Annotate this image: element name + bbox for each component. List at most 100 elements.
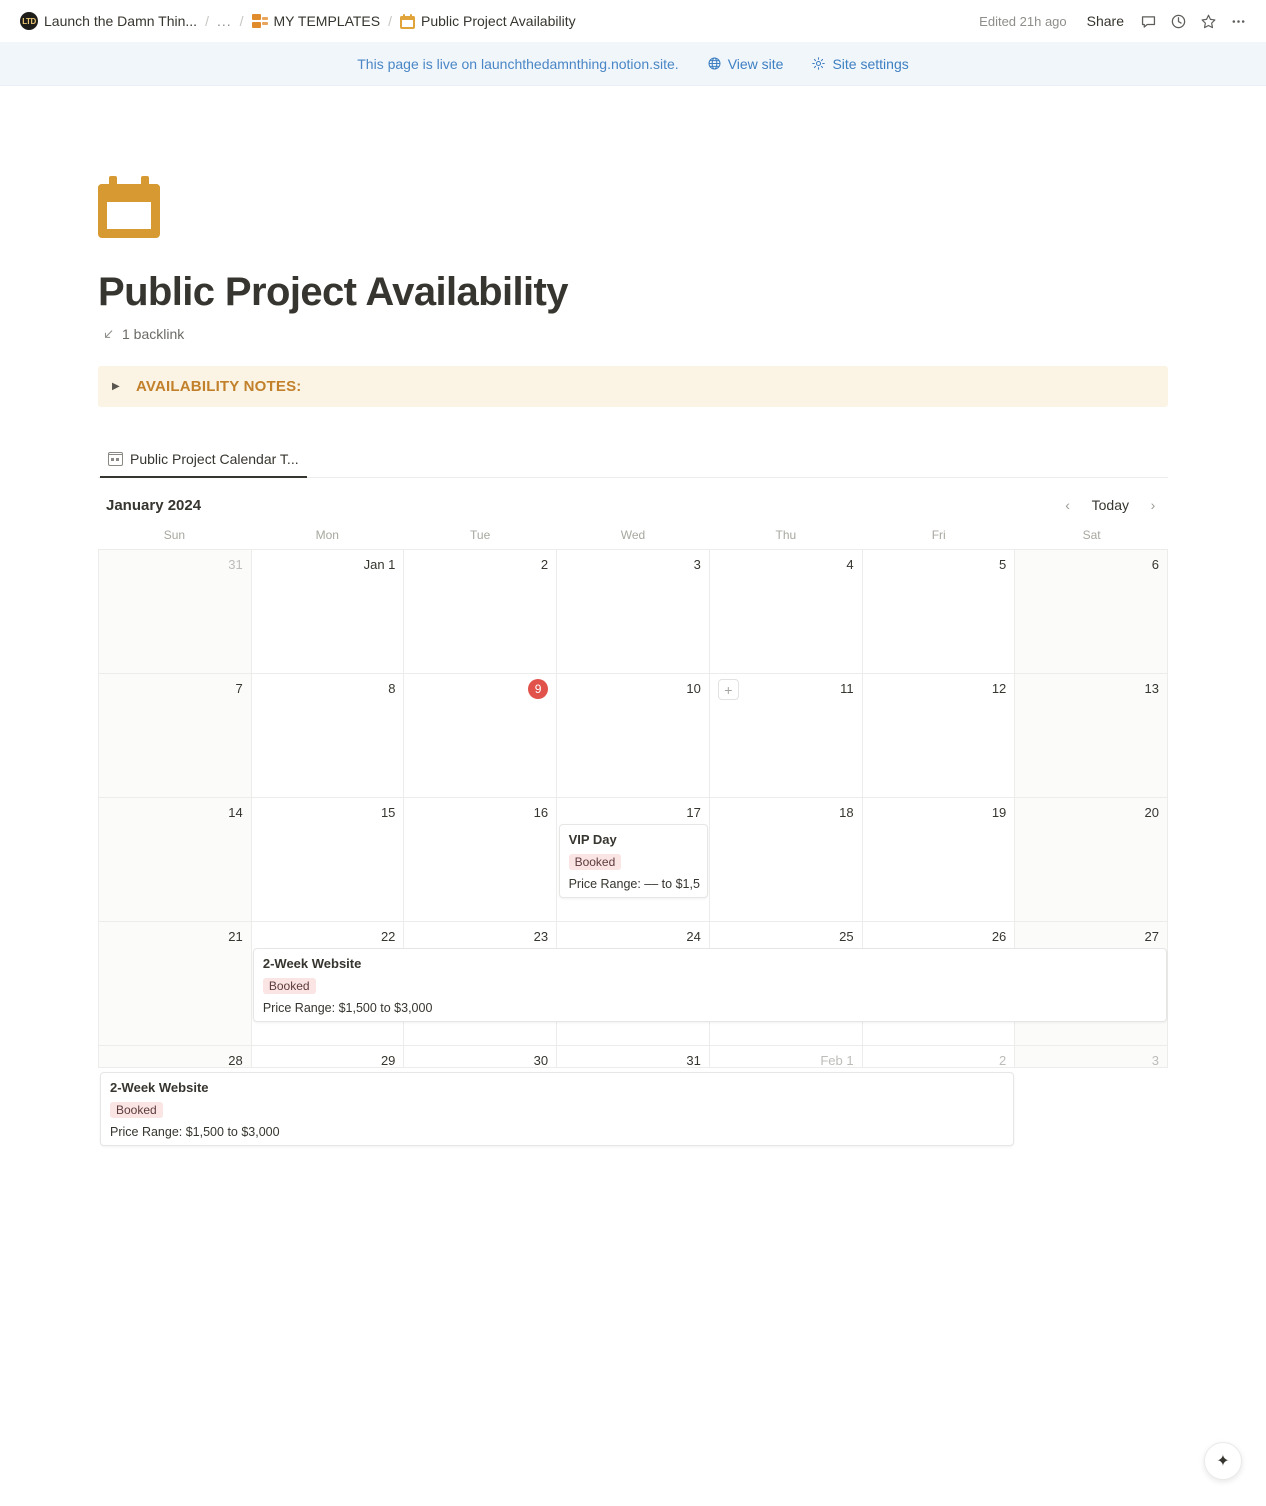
day-number: 27 <box>1144 929 1159 944</box>
day-number: 23 <box>533 929 549 944</box>
calendar-day-cell[interactable]: 2 <box>404 550 558 673</box>
calendar-weekday-header: Sun Mon Tue Wed Thu Fri Sat <box>98 528 1168 550</box>
calendar-day-cell[interactable]: 13 <box>1015 674 1168 797</box>
breadcrumb: LTD Launch the Damn Thin... / ... / MY T… <box>14 10 969 32</box>
page-title: Public Project Availability <box>98 270 568 314</box>
weekday-label: Mon <box>315 528 339 542</box>
today-button[interactable]: Today <box>1083 493 1138 517</box>
calendar-day-cell[interactable]: 15 <box>252 798 405 921</box>
database-view-tabs: Public Project Calendar T... <box>98 445 1168 478</box>
calendar-day-cell[interactable]: 8 <box>252 674 405 797</box>
history-icon[interactable] <box>1164 7 1192 35</box>
live-banner-message: This page is live on launchthedamnthing.… <box>357 55 679 72</box>
event-price-range: Price Range: –– to $1,5 <box>568 877 700 891</box>
calendar-day-cell[interactable]: 10 <box>557 674 710 797</box>
star-icon[interactable] <box>1194 7 1222 35</box>
calendar-day-cell[interactable]: 29 <box>252 1046 405 1068</box>
day-number: 20 <box>1144 805 1159 820</box>
ai-assistant-button[interactable]: ✦ <box>1204 1442 1242 1480</box>
breadcrumb-label: Launch the Damn Thin... <box>44 13 198 29</box>
calendar-day-cell[interactable]: 3 <box>1015 1046 1168 1068</box>
site-settings-button[interactable]: Site settings <box>811 56 909 72</box>
event-status-badge: Booked <box>568 854 622 870</box>
calendar-day-cell[interactable]: 19 <box>863 798 1016 921</box>
calendar-day-cell[interactable]: 18 <box>710 798 863 921</box>
next-month-button[interactable]: › <box>1140 492 1166 518</box>
breadcrumb-item-current-page[interactable]: Public Project Availability <box>394 11 582 31</box>
calendar-day-cell[interactable]: 31 <box>557 1046 710 1067</box>
weekday-label: Wed <box>620 528 646 542</box>
calendar-day-cell[interactable]: 2 <box>863 1046 1016 1068</box>
day-number: 4 <box>846 557 854 572</box>
calendar-day-cell[interactable]: Jan 1 <box>252 550 405 673</box>
breadcrumb-item-workspace[interactable]: LTD Launch the Damn Thin... <box>14 10 203 32</box>
day-number: 3 <box>693 557 701 572</box>
calendar-day-cell[interactable]: 4 <box>710 550 863 673</box>
calendar-day-cell[interactable]: 9 <box>404 674 558 797</box>
day-number: 14 <box>228 805 243 820</box>
calendar-day-cell[interactable]: 6 <box>1015 550 1168 673</box>
day-number: 29 <box>380 1053 396 1068</box>
event-price-range: Price Range: $1,500 to $3,000 <box>110 1125 280 1139</box>
calendar-day-cell[interactable]: 16 <box>404 798 558 921</box>
calendar-day-cell[interactable]: 3 <box>557 550 710 673</box>
page-icon[interactable] <box>98 176 1168 240</box>
calendar-day-cell[interactable]: 5 <box>863 550 1016 673</box>
event-title: 2-Week Website <box>262 956 362 971</box>
ellipsis-icon: ... <box>216 13 232 29</box>
calendar-day-cell[interactable]: 28 <box>99 1046 252 1068</box>
top-bar: LTD Launch the Damn Thin... / ... / MY T… <box>0 0 1266 42</box>
breadcrumb-item-my-templates[interactable]: MY TEMPLATES <box>246 11 387 31</box>
day-number: 7 <box>235 681 243 696</box>
more-options-icon[interactable] <box>1224 7 1252 35</box>
day-number: 12 <box>991 681 1007 696</box>
template-icon <box>251 13 268 29</box>
calendar-day-cell[interactable]: +11 <box>710 674 863 797</box>
calendar-event[interactable]: 2-Week Website Booked Price Range: $1,500 … <box>100 1072 1015 1146</box>
day-number: 2 <box>540 557 549 572</box>
previous-month-button[interactable]: ‹ <box>1055 492 1081 518</box>
page-content: Public Project Availability 1 backlink ▶… <box>0 86 1266 1146</box>
calendar-day-cell[interactable]: 14 <box>99 798 252 921</box>
day-number: 25 <box>839 929 854 944</box>
calendar-day-cell[interactable]: 31 <box>99 550 252 673</box>
calendar-day-cell[interactable]: 30 <box>404 1046 558 1067</box>
event-title: VIP Day <box>568 832 617 847</box>
calendar-day-cell[interactable]: 12 <box>863 674 1016 797</box>
day-number: 8 <box>388 681 396 696</box>
backlink-label: 1 backlink <box>122 326 185 342</box>
tab-public-project-calendar[interactable]: Public Project Calendar T... <box>100 445 307 478</box>
calendar-navigation: ‹ Today › <box>1055 492 1166 518</box>
breadcrumb-label: MY TEMPLATES <box>273 13 381 29</box>
calendar-day-cell[interactable]: 7 <box>99 674 252 797</box>
event-title: 2-Week Website <box>110 1080 209 1095</box>
toggle-arrow-icon[interactable]: ▶ <box>112 381 126 392</box>
comment-icon[interactable] <box>1134 7 1162 35</box>
calendar-event[interactable]: VIP Day Booked Price Range: –– to $1,5 <box>558 824 709 898</box>
weekday-label: Thu <box>775 528 797 542</box>
globe-icon <box>708 57 721 70</box>
share-button[interactable]: Share <box>1079 9 1132 33</box>
tab-label: Public Project Calendar T... <box>130 451 299 467</box>
day-number: 2 <box>999 1053 1007 1068</box>
calendar-day-cell[interactable]: 20 <box>1015 798 1168 921</box>
backlink-arrow-icon <box>104 329 113 338</box>
weekday-label: Fri <box>931 528 946 542</box>
availability-notes-callout[interactable]: ▶ AVAILABILITY NOTES: <box>98 366 1168 407</box>
view-site-button[interactable]: View site <box>707 55 784 72</box>
calendar-day-cell[interactable]: 21 <box>99 922 252 1045</box>
day-number: 26 <box>991 929 1007 944</box>
day-number: Feb 1 <box>820 1053 854 1068</box>
backlink-link[interactable]: 1 backlink <box>98 324 188 344</box>
calendar-month-label: January 2024 <box>106 496 202 514</box>
event-status-badge: Booked <box>110 1102 163 1118</box>
calendar-event[interactable]: 2-Week Website Booked Price Range: $1,500 … <box>252 948 1167 1022</box>
weekday-label: Sat <box>1082 528 1101 542</box>
view-site-label: View site <box>727 55 784 72</box>
day-number: 28 <box>228 1053 243 1068</box>
event-status-badge: Booked <box>262 978 316 994</box>
calendar-day-cell[interactable]: Feb 1 <box>710 1046 863 1068</box>
day-number: 3 <box>1151 1053 1159 1068</box>
add-event-button[interactable]: + <box>717 679 739 700</box>
breadcrumb-item-collapsed[interactable]: ... <box>211 11 238 31</box>
